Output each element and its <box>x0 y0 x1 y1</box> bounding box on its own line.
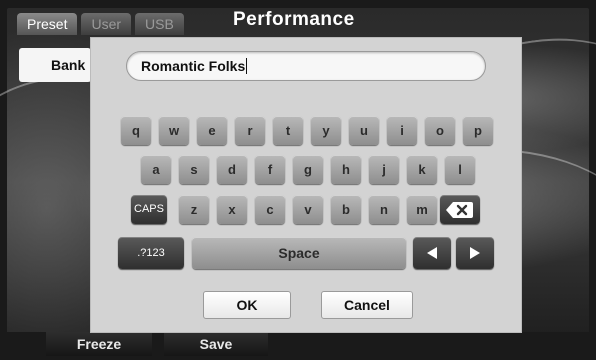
caps-key[interactable]: CAPS <box>131 195 167 224</box>
key-r[interactable]: r <box>235 116 265 145</box>
key-v[interactable]: v <box>293 195 323 224</box>
tab-preset[interactable]: Preset <box>17 13 78 35</box>
tab-bar: Preset User USB <box>17 13 184 35</box>
symbols-key[interactable]: .?123 <box>118 237 184 269</box>
key-f[interactable]: f <box>255 155 285 184</box>
cursor-right-key[interactable] <box>456 237 494 269</box>
tab-usb[interactable]: USB <box>135 13 184 35</box>
key-c[interactable]: c <box>255 195 285 224</box>
key-y[interactable]: y <box>311 116 341 145</box>
space-key[interactable]: Space <box>192 237 406 269</box>
text-caret <box>246 58 248 74</box>
key-b[interactable]: b <box>331 195 361 224</box>
key-s[interactable]: s <box>179 155 209 184</box>
key-l[interactable]: l <box>445 155 475 184</box>
key-h[interactable]: h <box>331 155 361 184</box>
page-title: Performance <box>233 9 355 30</box>
arrow-left-icon <box>427 247 437 259</box>
backspace-key[interactable] <box>440 195 480 224</box>
ok-button[interactable]: OK <box>203 291 291 319</box>
name-entry-dialog: Romantic Folks qwertyuiop asdfghjkl zxcvbn… <box>90 37 522 333</box>
key-p[interactable]: p <box>463 116 493 145</box>
key-o[interactable]: o <box>425 116 455 145</box>
key-j[interactable]: j <box>369 155 399 184</box>
backspace-icon <box>446 202 473 218</box>
key-i[interactable]: i <box>387 116 417 145</box>
key-t[interactable]: t <box>273 116 303 145</box>
bank-button[interactable]: Bank <box>19 48 91 82</box>
arrow-right-icon <box>470 247 480 259</box>
key-a[interactable]: a <box>141 155 171 184</box>
cursor-left-key[interactable] <box>413 237 451 269</box>
key-x[interactable]: x <box>217 195 247 224</box>
key-w[interactable]: w <box>159 116 189 145</box>
key-m[interactable]: m <box>407 195 437 224</box>
cancel-button[interactable]: Cancel <box>321 291 413 319</box>
save-button[interactable]: Save <box>164 332 268 356</box>
key-g[interactable]: g <box>293 155 323 184</box>
key-n[interactable]: n <box>369 195 399 224</box>
key-u[interactable]: u <box>349 116 379 145</box>
tab-user[interactable]: User <box>81 13 132 35</box>
key-d[interactable]: d <box>217 155 247 184</box>
key-q[interactable]: q <box>121 116 151 145</box>
key-z[interactable]: z <box>179 195 209 224</box>
freeze-button[interactable]: Freeze <box>46 332 152 356</box>
key-k[interactable]: k <box>407 155 437 184</box>
key-e[interactable]: e <box>197 116 227 145</box>
name-input-text: Romantic Folks <box>141 58 246 74</box>
name-input[interactable]: Romantic Folks <box>126 51 486 81</box>
